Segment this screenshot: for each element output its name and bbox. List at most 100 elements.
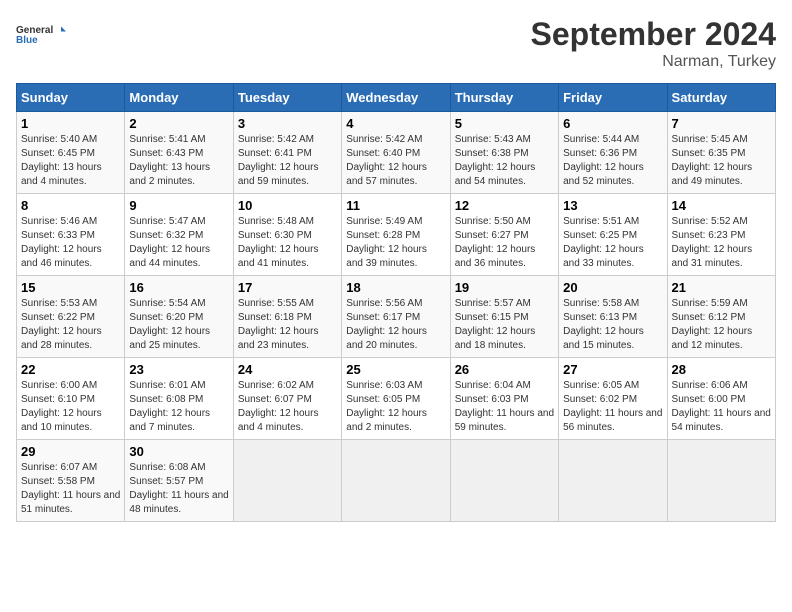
col-sunday: Sunday <box>17 84 125 112</box>
day-info: Sunrise: 6:03 AM Sunset: 6:05 PM Dayligh… <box>346 379 445 435</box>
day-number: 21 <box>672 280 771 295</box>
day-info: Sunrise: 6:06 AM Sunset: 6:00 PM Dayligh… <box>672 379 771 435</box>
calendar-day-cell: 5 Sunrise: 5:43 AM Sunset: 6:38 PM Dayli… <box>450 112 558 194</box>
calendar-day-cell: 11 Sunrise: 5:49 AM Sunset: 6:28 PM Dayl… <box>342 194 450 276</box>
logo-svg: General Blue <box>16 16 66 52</box>
calendar-day-cell: 20 Sunrise: 5:58 AM Sunset: 6:13 PM Dayl… <box>559 276 667 358</box>
day-number: 30 <box>129 444 228 459</box>
calendar-week-row: 15 Sunrise: 5:53 AM Sunset: 6:22 PM Dayl… <box>17 276 776 358</box>
empty-cell <box>233 440 341 522</box>
calendar-day-cell: 8 Sunrise: 5:46 AM Sunset: 6:33 PM Dayli… <box>17 194 125 276</box>
calendar-day-cell: 16 Sunrise: 5:54 AM Sunset: 6:20 PM Dayl… <box>125 276 233 358</box>
calendar-day-cell: 7 Sunrise: 5:45 AM Sunset: 6:35 PM Dayli… <box>667 112 775 194</box>
calendar-body: 1 Sunrise: 5:40 AM Sunset: 6:45 PM Dayli… <box>17 112 776 522</box>
col-wednesday: Wednesday <box>342 84 450 112</box>
calendar-day-cell: 9 Sunrise: 5:47 AM Sunset: 6:32 PM Dayli… <box>125 194 233 276</box>
calendar-day-cell: 19 Sunrise: 5:57 AM Sunset: 6:15 PM Dayl… <box>450 276 558 358</box>
day-info: Sunrise: 5:46 AM Sunset: 6:33 PM Dayligh… <box>21 215 120 271</box>
day-number: 28 <box>672 362 771 377</box>
calendar-table: Sunday Monday Tuesday Wednesday Thursday… <box>16 83 776 522</box>
calendar-day-cell: 30 Sunrise: 6:08 AM Sunset: 5:57 PM Dayl… <box>125 440 233 522</box>
day-number: 4 <box>346 116 445 131</box>
day-number: 9 <box>129 198 228 213</box>
day-info: Sunrise: 5:42 AM Sunset: 6:41 PM Dayligh… <box>238 133 337 189</box>
calendar-day-cell: 3 Sunrise: 5:42 AM Sunset: 6:41 PM Dayli… <box>233 112 341 194</box>
day-number: 23 <box>129 362 228 377</box>
calendar-header-row: Sunday Monday Tuesday Wednesday Thursday… <box>17 84 776 112</box>
day-info: Sunrise: 5:41 AM Sunset: 6:43 PM Dayligh… <box>129 133 228 189</box>
day-number: 16 <box>129 280 228 295</box>
day-info: Sunrise: 5:51 AM Sunset: 6:25 PM Dayligh… <box>563 215 662 271</box>
calendar-day-cell: 25 Sunrise: 6:03 AM Sunset: 6:05 PM Dayl… <box>342 358 450 440</box>
empty-cell <box>559 440 667 522</box>
day-number: 15 <box>21 280 120 295</box>
title-block: September 2024 Narman, Turkey <box>531 16 776 71</box>
day-info: Sunrise: 5:47 AM Sunset: 6:32 PM Dayligh… <box>129 215 228 271</box>
day-number: 24 <box>238 362 337 377</box>
day-info: Sunrise: 5:43 AM Sunset: 6:38 PM Dayligh… <box>455 133 554 189</box>
day-info: Sunrise: 5:55 AM Sunset: 6:18 PM Dayligh… <box>238 297 337 353</box>
day-info: Sunrise: 5:40 AM Sunset: 6:45 PM Dayligh… <box>21 133 120 189</box>
calendar-day-cell: 1 Sunrise: 5:40 AM Sunset: 6:45 PM Dayli… <box>17 112 125 194</box>
calendar-day-cell: 28 Sunrise: 6:06 AM Sunset: 6:00 PM Dayl… <box>667 358 775 440</box>
day-info: Sunrise: 5:56 AM Sunset: 6:17 PM Dayligh… <box>346 297 445 353</box>
calendar-week-row: 22 Sunrise: 6:00 AM Sunset: 6:10 PM Dayl… <box>17 358 776 440</box>
calendar-day-cell: 12 Sunrise: 5:50 AM Sunset: 6:27 PM Dayl… <box>450 194 558 276</box>
day-number: 19 <box>455 280 554 295</box>
day-info: Sunrise: 6:04 AM Sunset: 6:03 PM Dayligh… <box>455 379 554 435</box>
day-number: 27 <box>563 362 662 377</box>
calendar-day-cell: 21 Sunrise: 5:59 AM Sunset: 6:12 PM Dayl… <box>667 276 775 358</box>
day-number: 25 <box>346 362 445 377</box>
day-info: Sunrise: 5:48 AM Sunset: 6:30 PM Dayligh… <box>238 215 337 271</box>
calendar-week-row: 1 Sunrise: 5:40 AM Sunset: 6:45 PM Dayli… <box>17 112 776 194</box>
logo: General Blue <box>16 16 66 52</box>
day-number: 7 <box>672 116 771 131</box>
day-info: Sunrise: 5:54 AM Sunset: 6:20 PM Dayligh… <box>129 297 228 353</box>
calendar-day-cell: 23 Sunrise: 6:01 AM Sunset: 6:08 PM Dayl… <box>125 358 233 440</box>
day-number: 13 <box>563 198 662 213</box>
col-thursday: Thursday <box>450 84 558 112</box>
day-info: Sunrise: 5:57 AM Sunset: 6:15 PM Dayligh… <box>455 297 554 353</box>
calendar-day-cell: 27 Sunrise: 6:05 AM Sunset: 6:02 PM Dayl… <box>559 358 667 440</box>
day-info: Sunrise: 5:58 AM Sunset: 6:13 PM Dayligh… <box>563 297 662 353</box>
col-tuesday: Tuesday <box>233 84 341 112</box>
day-number: 18 <box>346 280 445 295</box>
col-monday: Monday <box>125 84 233 112</box>
day-info: Sunrise: 5:42 AM Sunset: 6:40 PM Dayligh… <box>346 133 445 189</box>
day-number: 26 <box>455 362 554 377</box>
day-info: Sunrise: 5:53 AM Sunset: 6:22 PM Dayligh… <box>21 297 120 353</box>
page-header: General Blue September 2024 Narman, Turk… <box>16 16 776 71</box>
svg-text:General: General <box>16 25 53 36</box>
calendar-day-cell: 29 Sunrise: 6:07 AM Sunset: 5:58 PM Dayl… <box>17 440 125 522</box>
day-number: 3 <box>238 116 337 131</box>
day-info: Sunrise: 5:45 AM Sunset: 6:35 PM Dayligh… <box>672 133 771 189</box>
day-number: 6 <box>563 116 662 131</box>
calendar-day-cell: 26 Sunrise: 6:04 AM Sunset: 6:03 PM Dayl… <box>450 358 558 440</box>
day-number: 8 <box>21 198 120 213</box>
calendar-week-row: 8 Sunrise: 5:46 AM Sunset: 6:33 PM Dayli… <box>17 194 776 276</box>
day-number: 12 <box>455 198 554 213</box>
calendar-day-cell: 10 Sunrise: 5:48 AM Sunset: 6:30 PM Dayl… <box>233 194 341 276</box>
day-number: 1 <box>21 116 120 131</box>
day-number: 17 <box>238 280 337 295</box>
day-info: Sunrise: 6:07 AM Sunset: 5:58 PM Dayligh… <box>21 461 120 517</box>
day-info: Sunrise: 5:52 AM Sunset: 6:23 PM Dayligh… <box>672 215 771 271</box>
col-friday: Friday <box>559 84 667 112</box>
empty-cell <box>342 440 450 522</box>
day-number: 11 <box>346 198 445 213</box>
day-info: Sunrise: 5:49 AM Sunset: 6:28 PM Dayligh… <box>346 215 445 271</box>
day-number: 10 <box>238 198 337 213</box>
day-info: Sunrise: 5:44 AM Sunset: 6:36 PM Dayligh… <box>563 133 662 189</box>
col-saturday: Saturday <box>667 84 775 112</box>
month-title: September 2024 <box>531 16 776 53</box>
location-title: Narman, Turkey <box>531 53 776 71</box>
calendar-day-cell: 13 Sunrise: 5:51 AM Sunset: 6:25 PM Dayl… <box>559 194 667 276</box>
day-number: 22 <box>21 362 120 377</box>
calendar-day-cell: 4 Sunrise: 5:42 AM Sunset: 6:40 PM Dayli… <box>342 112 450 194</box>
day-info: Sunrise: 5:59 AM Sunset: 6:12 PM Dayligh… <box>672 297 771 353</box>
calendar-day-cell: 6 Sunrise: 5:44 AM Sunset: 6:36 PM Dayli… <box>559 112 667 194</box>
calendar-day-cell: 22 Sunrise: 6:00 AM Sunset: 6:10 PM Dayl… <box>17 358 125 440</box>
empty-cell <box>450 440 558 522</box>
day-info: Sunrise: 6:05 AM Sunset: 6:02 PM Dayligh… <box>563 379 662 435</box>
empty-cell <box>667 440 775 522</box>
